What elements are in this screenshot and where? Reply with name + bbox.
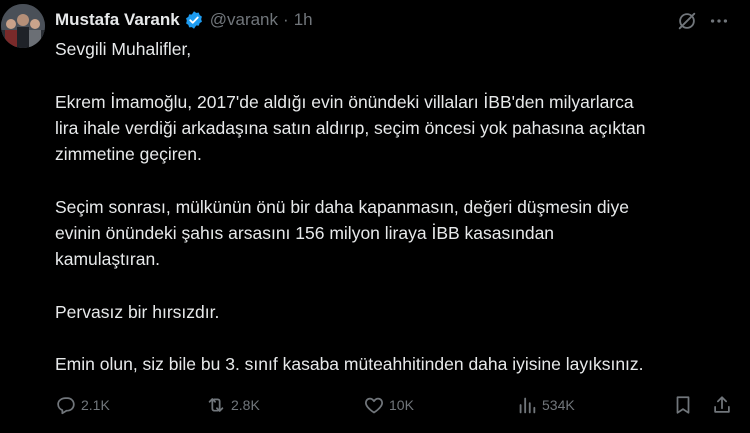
views-button[interactable]: 534K: [516, 394, 575, 416]
tweet-line: zimmetine geçiren.: [55, 144, 202, 164]
tweet-line: Pervasız bir hırsızdır.: [55, 302, 220, 322]
tweet-line: evinin önündeki şahıs arsasını 156 milyo…: [55, 223, 555, 243]
header-separator: ·: [283, 10, 289, 29]
more-icon[interactable]: [708, 10, 730, 32]
retweet-icon: [208, 398, 224, 412]
tweet-line: lira ihale verdiği arkadaşına satın aldı…: [55, 118, 646, 138]
tweet-line: Seçim sonrası, mülkünün önü bir daha kap…: [55, 197, 629, 217]
author-name[interactable]: Mustafa Varank: [55, 10, 180, 30]
share-icon: [714, 396, 730, 413]
reply-button[interactable]: 2.1K: [55, 394, 110, 416]
tweet-line: Ekrem İmamoğlu, 2017'de aldığı evin önün…: [55, 92, 634, 112]
bookmark-button[interactable]: [672, 394, 694, 416]
grok-icon[interactable]: [676, 10, 698, 32]
post-time[interactable]: 1h: [294, 10, 313, 30]
tweet-line: kamulaştıran.: [55, 249, 161, 269]
tweet-actions: 2.1K 2.8K 10K 534K: [55, 394, 735, 420]
retweet-count: 2.8K: [231, 397, 260, 413]
like-button[interactable]: 10K: [363, 394, 414, 416]
like-icon: [365, 397, 383, 414]
bookmark-icon: [676, 396, 690, 414]
like-count: 10K: [389, 397, 414, 413]
views-icon: [519, 397, 536, 414]
views-count: 534K: [542, 397, 575, 413]
retweet-button[interactable]: 2.8K: [205, 394, 260, 416]
reply-count: 2.1K: [81, 397, 110, 413]
tweet-line: Emin olun, siz bile bu 3. sınıf kasaba m…: [55, 354, 644, 374]
verified-badge-icon: [184, 10, 204, 30]
avatar[interactable]: [1, 4, 45, 48]
tweet-header: Mustafa Varank @varank · 1h: [55, 9, 313, 31]
reply-icon: [57, 397, 75, 415]
share-button[interactable]: [711, 394, 733, 416]
tweet-line: Sevgili Muhalifler,: [55, 39, 192, 59]
author-handle[interactable]: @varank: [210, 10, 278, 30]
